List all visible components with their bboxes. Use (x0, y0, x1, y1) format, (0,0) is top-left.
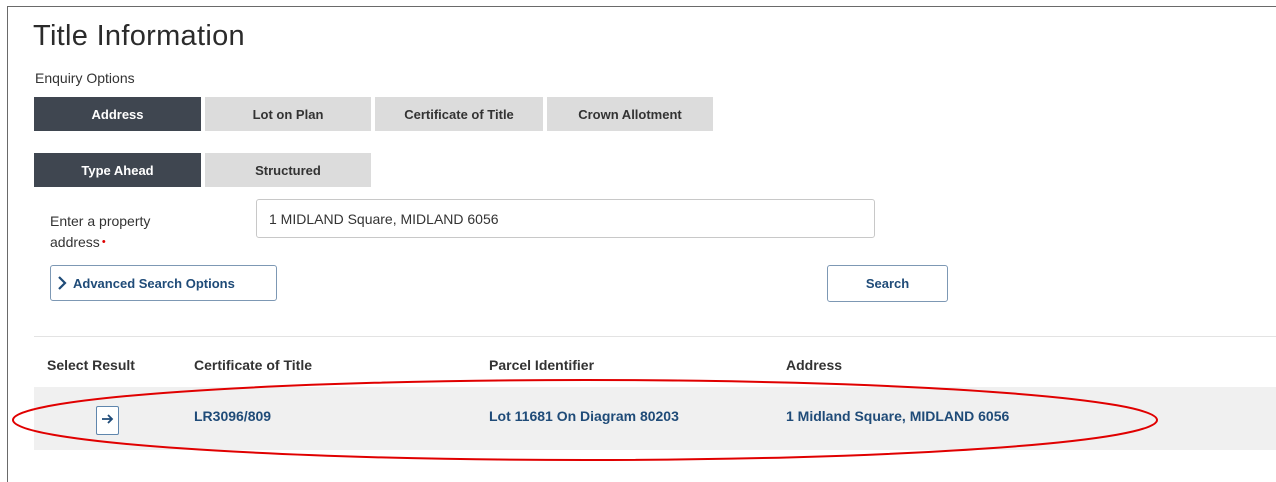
search-mode-tabs: Type Ahead Structured (34, 153, 371, 187)
enquiry-options-label: Enquiry Options (35, 70, 135, 86)
property-address-input[interactable] (256, 199, 875, 238)
certificate-link[interactable]: LR3096/809 (194, 408, 271, 424)
chevron-right-icon (57, 276, 67, 290)
tab-address[interactable]: Address (34, 97, 201, 131)
enquiry-tabs: Address Lot on Plan Certificate of Title… (34, 97, 713, 131)
tab-crown-allotment[interactable]: Crown Allotment (547, 97, 713, 131)
results-divider (34, 336, 1276, 337)
advanced-search-options-label: Advanced Search Options (73, 275, 235, 291)
required-marker: • (101, 236, 106, 248)
address-label-line2: address (50, 234, 100, 250)
column-header-certificate-of-title: Certificate of Title (194, 357, 312, 373)
tab-structured[interactable]: Structured (205, 153, 371, 187)
column-header-parcel-identifier: Parcel Identifier (489, 357, 595, 373)
column-header-select-result: Select Result (47, 357, 135, 373)
advanced-search-options-button[interactable]: Advanced Search Options (50, 265, 277, 301)
tab-lot-on-plan[interactable]: Lot on Plan (205, 97, 371, 131)
select-result-button[interactable] (96, 406, 119, 435)
search-button[interactable]: Search (827, 265, 948, 302)
address-link[interactable]: 1 Midland Square, MIDLAND 6056 (786, 408, 1009, 424)
address-label-line1: Enter a property (50, 213, 151, 229)
arrow-right-icon (101, 412, 114, 430)
tab-type-ahead[interactable]: Type Ahead (34, 153, 201, 187)
address-field-label: Enter a property address • (50, 211, 220, 253)
page-title: Title Information (33, 20, 245, 52)
parcel-identifier-link[interactable]: Lot 11681 On Diagram 80203 (489, 408, 679, 424)
column-header-address: Address (786, 357, 843, 373)
tab-certificate-of-title[interactable]: Certificate of Title (375, 97, 543, 131)
